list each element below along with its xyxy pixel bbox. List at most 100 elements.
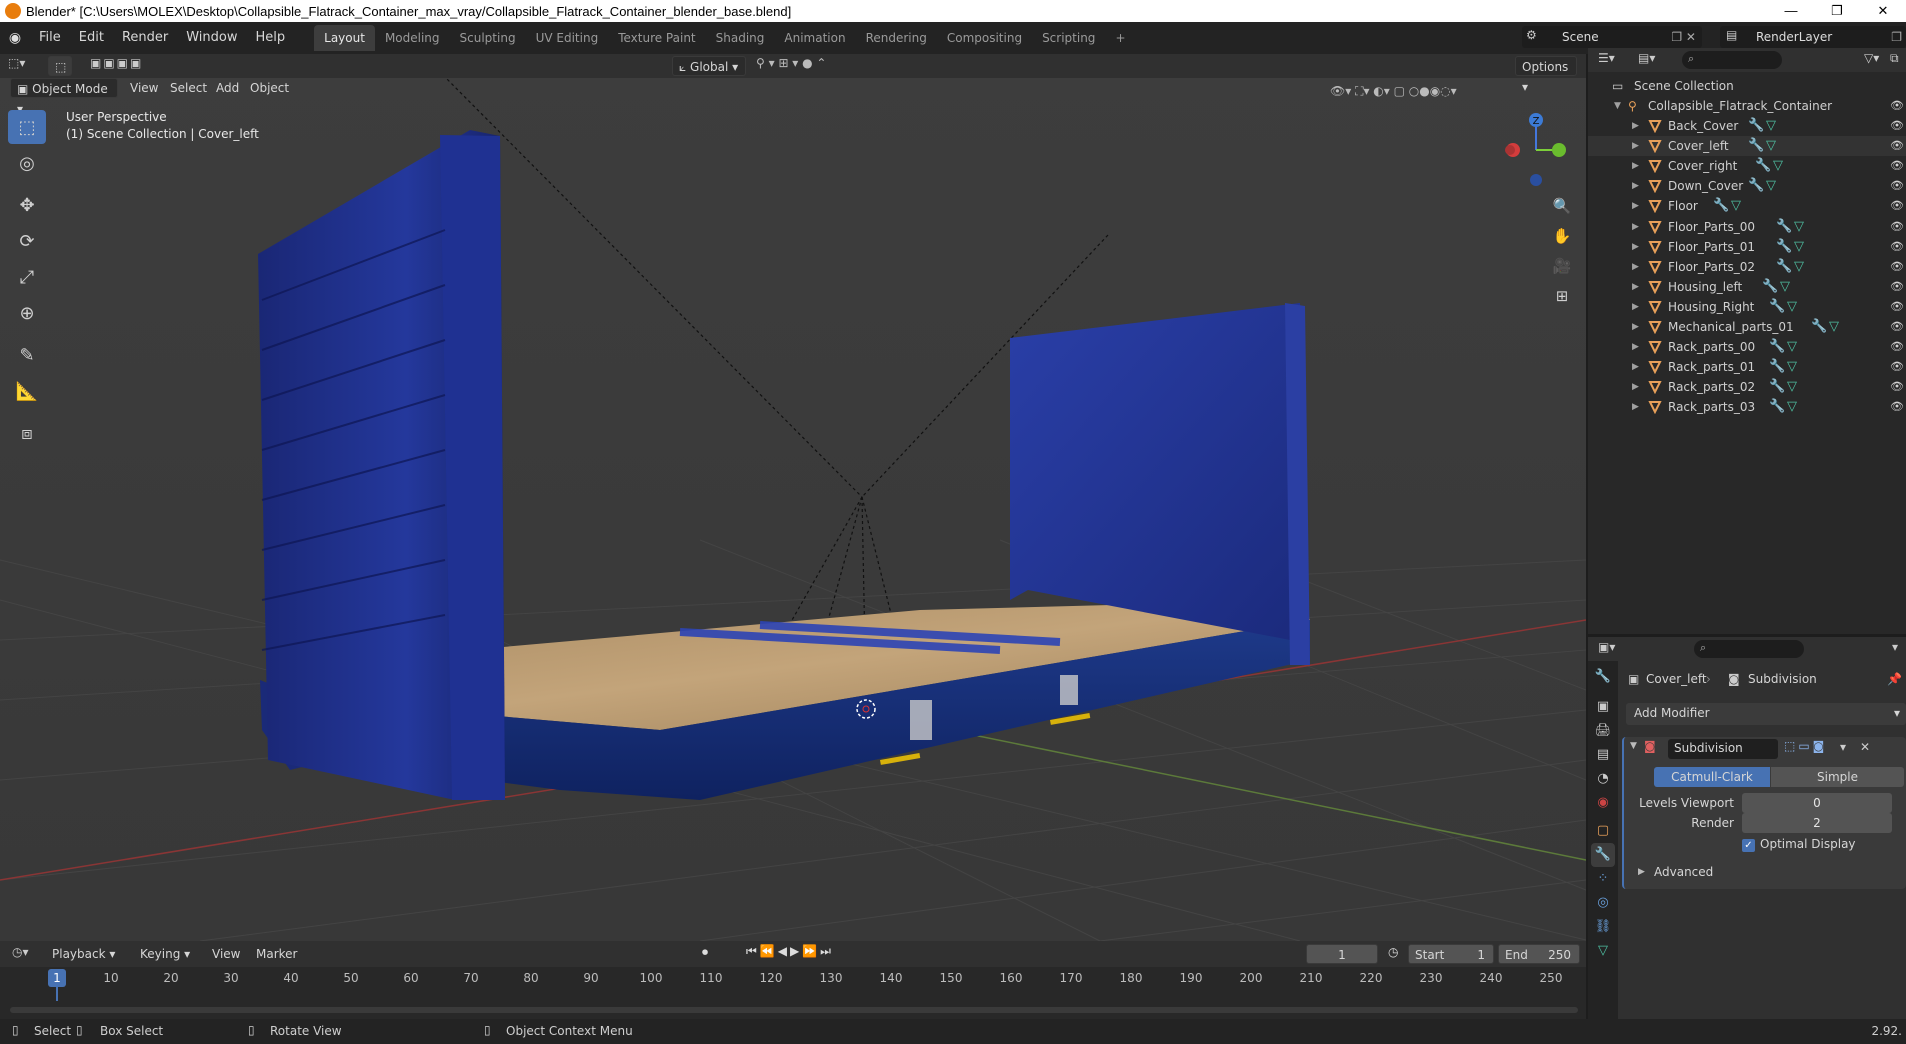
menu-window[interactable]: Window — [177, 22, 246, 54]
constraints-tab-icon[interactable]: ⛓ — [1591, 915, 1615, 939]
render-levels-field[interactable]: 2 — [1742, 813, 1892, 833]
tab-rendering[interactable]: Rendering — [856, 25, 937, 51]
modifier-wrench-icon[interactable]: 🔧 — [1762, 277, 1778, 297]
mesh-data-icon[interactable]: ▽ — [1787, 297, 1797, 317]
viewport-menu-object[interactable]: Object — [250, 78, 289, 98]
outliner-item[interactable]: ▶ Cover_left 🔧 ▽ 👁 — [1588, 136, 1906, 157]
scene-tab-icon[interactable]: ◔ — [1591, 767, 1615, 791]
world-tab-icon[interactable]: ◉ — [1591, 791, 1615, 815]
maximize-button[interactable]: ❐ — [1814, 0, 1860, 22]
menu-edit[interactable]: Edit — [70, 22, 113, 54]
blender-menu-icon[interactable]: ◉ — [0, 30, 30, 46]
outliner-item[interactable]: ▶ Floor_Parts_00 🔧 ▽ 👁 — [1588, 217, 1906, 237]
record-icon[interactable]: ⏺ — [702, 945, 708, 960]
properties-search-input[interactable]: ⌕ — [1694, 640, 1804, 658]
catmull-clark-button[interactable]: Catmull-Clark — [1654, 767, 1770, 787]
mesh-data-icon[interactable]: ▽ — [1780, 277, 1790, 297]
outliner-item[interactable]: ▶ Mechanical_parts_01 🔧 ▽ 👁 — [1588, 317, 1906, 337]
menu-render[interactable]: Render — [113, 22, 177, 54]
expand-item-icon[interactable]: ▶ — [1632, 357, 1639, 377]
object-tab-icon[interactable]: ▢ — [1591, 819, 1615, 843]
mesh-data-icon[interactable]: ▽ — [1787, 357, 1797, 377]
outliner-item[interactable]: ▶ Floor_Parts_01 🔧 ▽ 👁 — [1588, 237, 1906, 257]
mesh-data-icon[interactable]: ▽ — [1794, 237, 1804, 257]
modifier-tab-icon[interactable]: 🔧 — [1591, 843, 1615, 867]
modifier-wrench-icon[interactable]: 🔧 — [1769, 377, 1785, 397]
expand-item-icon[interactable]: ▶ — [1632, 297, 1639, 317]
modifier-wrench-icon[interactable]: 🔧 — [1776, 217, 1792, 237]
zoom-icon[interactable]: 🔍 — [1550, 194, 1574, 218]
tab-sculpting[interactable]: Sculpting — [450, 25, 526, 51]
visibility-eye-icon[interactable]: 👁 — [1890, 317, 1904, 337]
mesh-data-icon[interactable]: ▽ — [1794, 217, 1804, 237]
scene-selector[interactable]: ⚙ Scene ❐ ✕ — [1522, 26, 1702, 48]
expand-item-icon[interactable]: ▶ — [1632, 317, 1639, 337]
current-frame-field[interactable]: 1 — [1306, 944, 1378, 964]
outliner-editor-icon[interactable]: ☰▾ — [1598, 51, 1615, 65]
visibility-eye-icon[interactable]: 👁 — [1890, 257, 1904, 277]
modifier-wrench-icon[interactable]: 🔧 — [1748, 136, 1764, 156]
close-button[interactable]: ✕ — [1860, 0, 1906, 22]
view-layer-tab-icon[interactable]: ▤ — [1591, 743, 1615, 767]
render-tab-icon[interactable]: ▣ — [1591, 695, 1615, 719]
physics-tab-icon[interactable]: ◎ — [1591, 891, 1615, 915]
modifier-display-icons[interactable]: ⬚▭◙ — [1784, 739, 1827, 753]
visibility-eye-icon[interactable]: 👁 — [1890, 297, 1904, 317]
menu-help[interactable]: Help — [247, 22, 295, 54]
add-cube-tool-icon[interactable]: ⧈ — [8, 416, 46, 450]
measure-tool-icon[interactable]: 📐 — [8, 374, 46, 408]
expand-item-icon[interactable]: ▶ — [1632, 136, 1639, 156]
pivot-snap-icons[interactable]: ⚲ ▾ ⊞ ▾ ● ⌃ — [756, 56, 827, 70]
modifier-wrench-icon[interactable]: 🔧 — [1748, 176, 1764, 196]
outliner-item[interactable]: ▶ Floor 🔧 ▽ 👁 — [1588, 196, 1906, 216]
expand-item-icon[interactable]: ▶ — [1632, 196, 1639, 216]
timeline-scrollbar[interactable] — [10, 1007, 1578, 1013]
visibility-eye-icon[interactable]: 👁 — [1890, 217, 1904, 237]
modifier-name-field[interactable]: Subdivision — [1668, 739, 1778, 759]
filter-icon[interactable]: ▽▾ — [1864, 51, 1879, 65]
mesh-data-icon[interactable]: ▽ — [1773, 156, 1783, 176]
outliner-item[interactable]: ▶ Floor_Parts_02 🔧 ▽ 👁 — [1588, 257, 1906, 277]
select-mode-icon[interactable]: ⬚ — [48, 56, 72, 76]
transform-tool-icon[interactable]: ⊕ — [8, 296, 46, 330]
visibility-eye-icon[interactable]: 👁 — [1890, 156, 1904, 176]
add-modifier-dropdown[interactable]: Add Modifier ▾ — [1626, 703, 1906, 725]
mesh-data-icon[interactable]: ▽ — [1787, 397, 1797, 417]
outliner-item[interactable]: ▶ Housing_left 🔧 ▽ 👁 — [1588, 277, 1906, 297]
modifier-wrench-icon[interactable]: 🔧 — [1769, 357, 1785, 377]
tab-shading[interactable]: Shading — [706, 25, 775, 51]
timeline-menu-keying[interactable]: Keying ▾ — [140, 944, 190, 964]
visibility-eye-icon[interactable]: 👁 — [1890, 337, 1904, 357]
expand-item-icon[interactable]: ▶ — [1632, 257, 1639, 277]
expand-item-icon[interactable]: ▶ — [1632, 156, 1639, 176]
expand-item-icon[interactable]: ▶ — [1632, 116, 1639, 136]
visibility-eye-icon[interactable]: 👁 — [1890, 176, 1904, 196]
outliner-item[interactable]: ▶ Cover_right 🔧 ▽ 👁 — [1588, 156, 1906, 176]
particles-tab-icon[interactable]: ⁘ — [1591, 867, 1615, 891]
timeline-editor-icon[interactable]: ◷▾ — [12, 945, 29, 959]
minimize-button[interactable]: — — [1768, 0, 1814, 22]
move-tool-icon[interactable]: ✥ — [8, 188, 46, 222]
mesh-data-icon[interactable]: ▽ — [1787, 377, 1797, 397]
modifier-wrench-icon[interactable]: 🔧 — [1755, 156, 1771, 176]
new-scene-icon[interactable]: ❐ ✕ — [1671, 26, 1696, 48]
modifier-wrench-icon[interactable]: 🔧 — [1769, 337, 1785, 357]
outliner-item[interactable]: ▶ Rack_parts_01 🔧 ▽ 👁 — [1588, 357, 1906, 377]
modifier-wrench-icon[interactable]: 🔧 — [1776, 237, 1792, 257]
mesh-data-icon[interactable]: ▽ — [1766, 136, 1776, 156]
outliner-scene-collection[interactable]: ▭ Scene Collection — [1588, 76, 1906, 96]
modifier-wrench-icon[interactable]: 🔧 — [1748, 116, 1764, 136]
scale-tool-icon[interactable]: ⤢ — [8, 260, 46, 294]
view-layer-selector[interactable]: ▤ RenderLayer ❐ — [1720, 26, 1906, 48]
mesh-data-icon[interactable]: ▽ — [1829, 317, 1839, 337]
modifier-wrench-icon[interactable]: 🔧 — [1769, 397, 1785, 417]
clock-icon[interactable]: ◷ — [1388, 945, 1398, 959]
viewport-menu-select[interactable]: Select — [170, 78, 207, 98]
collection-visibility-icon[interactable]: 👁 — [1890, 96, 1904, 116]
pan-hand-icon[interactable]: ✋ — [1550, 224, 1574, 248]
visibility-eye-icon[interactable]: 👁 — [1890, 357, 1904, 377]
levels-viewport-field[interactable]: 0 — [1742, 793, 1892, 813]
expand-item-icon[interactable]: ▶ — [1632, 237, 1639, 257]
outliner-search-input[interactable]: ⌕ — [1682, 51, 1782, 69]
expand-item-icon[interactable]: ▶ — [1632, 377, 1639, 397]
